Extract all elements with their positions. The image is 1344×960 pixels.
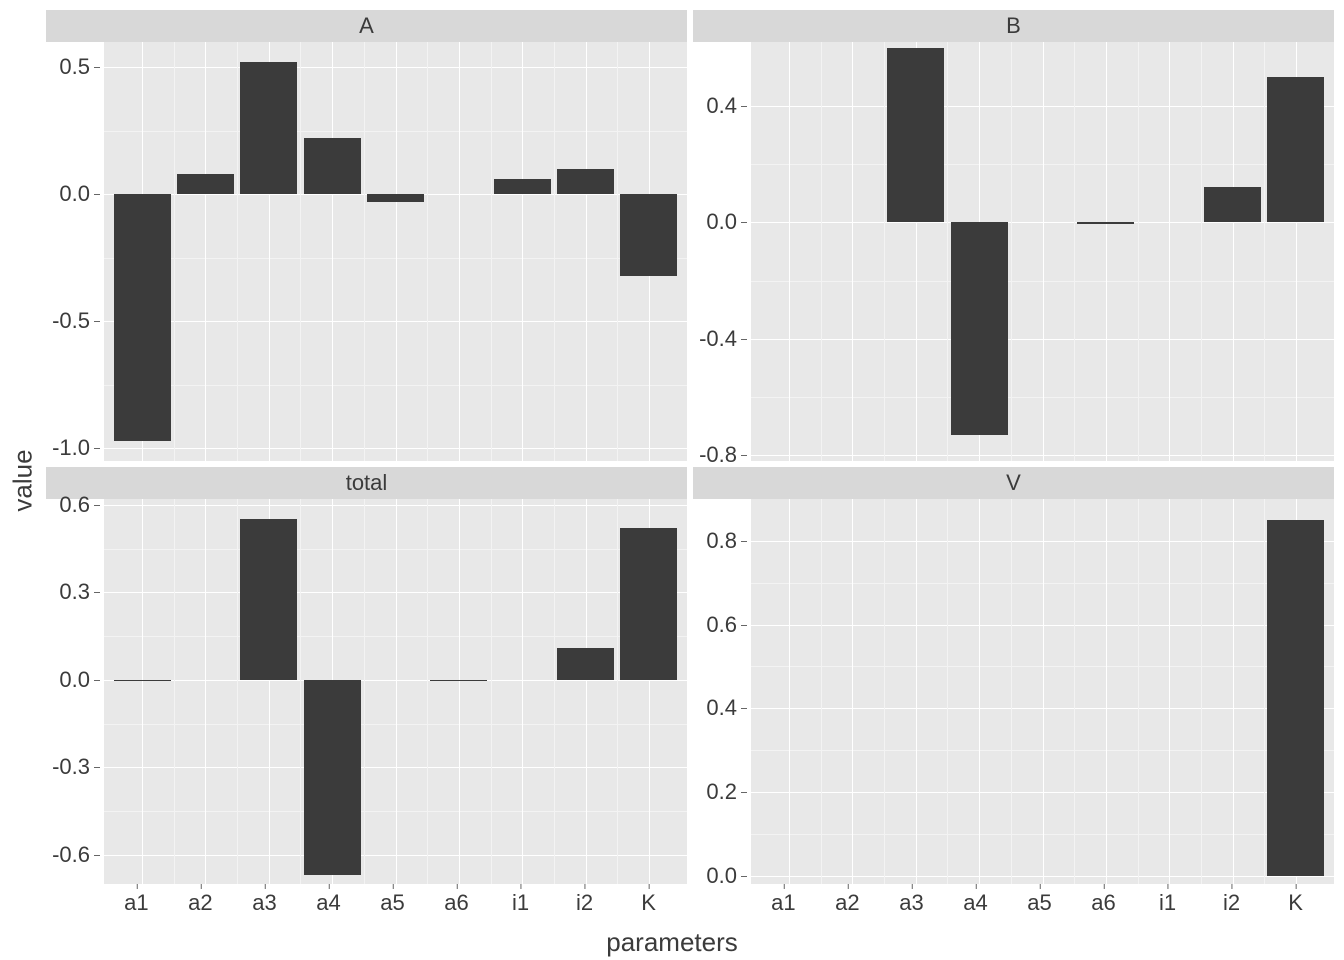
- x-tick-label: K: [641, 890, 656, 916]
- y-tick-label: -0.6: [52, 842, 90, 868]
- plot-panel: [751, 499, 1334, 884]
- y-tick-label: 0.8: [706, 528, 737, 554]
- facet-B: B-0.8-0.40.00.4a1a2a3a4a5a6i1i2K: [693, 10, 1334, 461]
- y-tick-label: 0.0: [59, 181, 90, 207]
- bar: [620, 194, 677, 275]
- x-tick-label: a1: [771, 890, 795, 916]
- facet-grid: A -1.0 -0.5 0.0 0.5 a1 a2 a3 a4 a5 a6 i1 i2 K B -0.8 -0.…: [46, 10, 1334, 918]
- x-tick-label: K: [1288, 890, 1303, 916]
- y-tick-label: 0.5: [59, 54, 90, 80]
- bar: [304, 680, 361, 875]
- facet-strip: A: [46, 10, 687, 42]
- y-tick-label: 0.0: [706, 863, 737, 889]
- bar: [114, 680, 171, 681]
- y-ticks: 0.00.20.40.60.8: [693, 499, 751, 884]
- y-tick-label: 0.0: [706, 209, 737, 235]
- plot-panel: [104, 42, 687, 461]
- x-tick-label: a1: [124, 890, 148, 916]
- x-tick-label: a5: [380, 890, 404, 916]
- bar: [887, 48, 944, 223]
- x-tick-label: i1: [512, 890, 529, 916]
- x-tick-label: a3: [252, 890, 276, 916]
- y-tick-label: -0.3: [52, 754, 90, 780]
- facet-A: A-1.0-0.50.00.5a1a2a3a4a5a6i1i2K: [46, 10, 687, 461]
- plot-panel: [104, 499, 687, 884]
- bar: [494, 179, 551, 194]
- y-tick-label: -0.8: [699, 442, 737, 468]
- y-tick-label: 0.0: [59, 667, 90, 693]
- bar: [367, 194, 424, 202]
- bar: [430, 680, 487, 681]
- x-ticks: a1 a2 a3 a4 a5 a6 i1 i2 K: [745, 884, 1334, 918]
- bar: [620, 528, 677, 680]
- bar: [1204, 187, 1261, 222]
- x-tick-label: a4: [963, 890, 987, 916]
- x-tick-label: a6: [1091, 890, 1115, 916]
- y-tick-label: 0.2: [706, 779, 737, 805]
- facet-V: V 0.0 0.2 0.4 0.6 0.8 a1 a2 a3 a4 a5 a6 i1 i2 K: [693, 467, 1334, 918]
- y-tick-label: 0.6: [59, 492, 90, 518]
- bar: [557, 169, 614, 194]
- y-tick-label: 0.4: [706, 93, 737, 119]
- facet-strip: V: [693, 467, 1334, 499]
- x-tick-label: a5: [1027, 890, 1051, 916]
- y-ticks: -1.0 -0.5 0.0 0.5: [46, 42, 104, 461]
- x-tick-label: a4: [316, 890, 340, 916]
- bar: [1077, 222, 1134, 223]
- y-axis-label: value: [8, 0, 38, 960]
- x-ticks: a1 a2 a3 a4 a5 a6 i1 i2 K: [98, 884, 687, 918]
- plot-panel: [751, 42, 1334, 461]
- x-tick-label: i1: [1159, 890, 1176, 916]
- bar: [557, 648, 614, 680]
- bar: [951, 222, 1008, 434]
- y-tick-label: -1.0: [52, 435, 90, 461]
- x-tick-label: a2: [188, 890, 212, 916]
- facet-total: total -0.6 -0.3 0.0 0.3 0.6 a1 a2 a3 a4 a5 a6 i1 i2 K: [46, 467, 687, 918]
- bar: [1267, 520, 1324, 876]
- facet-strip: B: [693, 10, 1334, 42]
- y-tick-label: -0.5: [52, 308, 90, 334]
- figure: value parameters A -1.0 -0.5 0.0 0.5 a1 a2 a3 a4…: [0, 0, 1344, 960]
- bar: [177, 174, 234, 194]
- y-tick-label: 0.3: [59, 579, 90, 605]
- facet-strip: total: [46, 467, 687, 499]
- bar: [304, 138, 361, 194]
- bar: [1267, 77, 1324, 222]
- x-tick-label: a3: [899, 890, 923, 916]
- x-axis-label: parameters: [0, 927, 1344, 958]
- x-tick-label: i2: [1223, 890, 1240, 916]
- x-tick-label: i2: [576, 890, 593, 916]
- bar: [114, 194, 171, 440]
- y-ticks: -0.8-0.40.00.4: [693, 42, 751, 461]
- bar: [240, 62, 297, 194]
- y-tick-label: -0.4: [699, 326, 737, 352]
- y-tick-label: 0.4: [706, 695, 737, 721]
- x-tick-label: a6: [444, 890, 468, 916]
- y-ticks: -0.6-0.30.00.30.6: [46, 499, 104, 884]
- x-tick-label: a2: [835, 890, 859, 916]
- y-tick-label: 0.6: [706, 612, 737, 638]
- bar: [240, 519, 297, 679]
